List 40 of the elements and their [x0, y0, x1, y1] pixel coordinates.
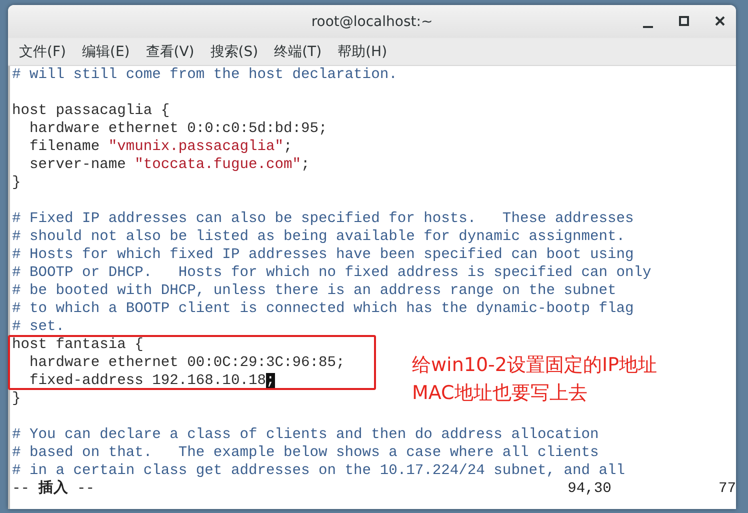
- code-comment: # BOOTP or DHCP. Hosts for which no fixed address is specified can only: [12, 265, 652, 281]
- code-text: ;: [301, 157, 310, 173]
- string-literal: "toccata.fugue.com": [134, 157, 302, 173]
- annotation-text: MAC地址也要写上去: [412, 381, 588, 406]
- code-comment: # based on that. The example below shows a case where all clients: [12, 445, 599, 461]
- menu-item[interactable]: 编辑(E): [74, 42, 137, 60]
- code-text: filename: [28, 139, 101, 155]
- code-comment: # You can declare a class of clients and then do address allocation: [12, 427, 599, 443]
- code-comment: # will still come from the host declaration.: [12, 67, 398, 83]
- code-comment: # Hosts for which fixed IP addresses have been specified can boot using: [12, 247, 634, 263]
- code-text: fixed-address 192.168.10.18: [28, 373, 266, 389]
- code-text: ;: [284, 139, 292, 155]
- code-text: }: [12, 391, 21, 407]
- menu-item[interactable]: 搜索(S): [203, 42, 266, 60]
- code-text: host passacaglia {: [12, 103, 170, 119]
- minimize-icon: [643, 26, 653, 28]
- maximize-icon: [679, 16, 689, 26]
- mode-indicator: -- 插入 --: [12, 480, 96, 498]
- code-comment: # Fixed IP addresses can also be specified for hosts. These addresses: [12, 211, 634, 227]
- code-comment: # set.: [12, 319, 65, 335]
- menu-item[interactable]: 查看(V): [138, 42, 202, 60]
- code-text: server-name: [28, 157, 127, 173]
- menu-item[interactable]: 终端(T): [267, 42, 329, 60]
- code-comment: # to which a BOOTP client is connected which has the dynamic-bootp flag: [12, 301, 634, 317]
- annotation-text: 给win10-2设置固定的IP地址: [412, 353, 658, 378]
- string-literal: "vmunix.passacaglia": [108, 139, 284, 155]
- menu-item[interactable]: 帮助(H): [330, 42, 394, 60]
- code-text: host fantasia {: [12, 337, 144, 353]
- code-text: hardware ethernet 0:0:c0:5d:bd:95;: [28, 121, 328, 137]
- code-comment: # be booted with DHCP, unless there is an address range on the subnet: [12, 283, 616, 299]
- code-text: hardware ethernet 00:0C:29:3C:96:85;: [28, 355, 345, 371]
- close-icon: [715, 16, 725, 26]
- code-comment: # in a certain class get addresses on the 10.17.224/24 subnet, and all: [12, 463, 626, 479]
- window-title: root@localhost:~: [311, 14, 433, 30]
- code-text: }: [12, 175, 21, 191]
- menu-item[interactable]: 文件(F): [12, 42, 73, 60]
- scroll-percent: 77: [718, 480, 736, 498]
- code-comment: # should not also be listed as being available for dynamic assignment.: [12, 229, 626, 245]
- cursor-position: 94,30: [568, 480, 612, 498]
- text-cursor: ;: [266, 373, 275, 389]
